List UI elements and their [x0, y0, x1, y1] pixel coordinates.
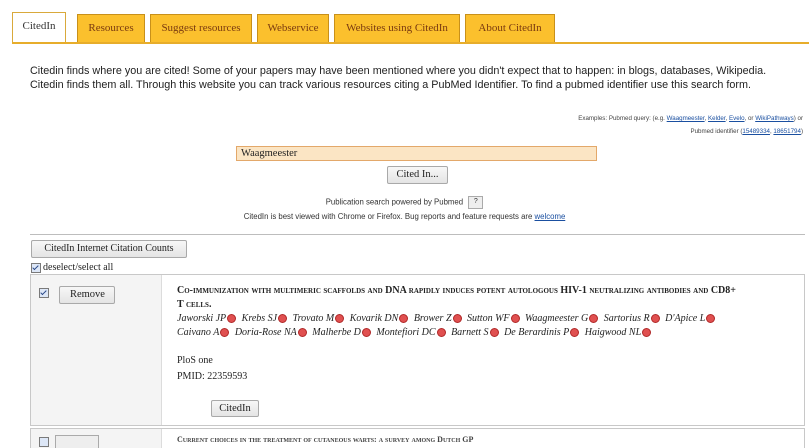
- author-name: Haigwood NL: [584, 327, 642, 338]
- result-journal: PloS one: [177, 355, 213, 366]
- author-name: Sutton WF: [467, 313, 510, 324]
- author-name: Sartorius R: [603, 313, 650, 324]
- result-checkbox[interactable]: [39, 287, 49, 298]
- author-name: Jaworski JP: [177, 313, 227, 324]
- author-name: D'Apice L: [665, 313, 706, 324]
- author-link-icon[interactable]: [335, 314, 345, 324]
- examples-prefix: Examples: Pubmed query: (e.g.: [578, 115, 665, 122]
- result-pmid: PMID: 22359593: [177, 371, 248, 382]
- author-link-icon[interactable]: [589, 314, 599, 324]
- author-link-icon[interactable]: [452, 314, 462, 324]
- tab-citedin[interactable]: CitedIn: [12, 12, 66, 42]
- deselect-all-label: deselect/select all: [43, 262, 114, 273]
- example-link-waagmeester[interactable]: Waagmeester: [667, 115, 705, 122]
- author-name: Waagmeester G: [525, 313, 589, 324]
- divider: [30, 234, 805, 235]
- citedin-button[interactable]: CitedIn: [211, 400, 259, 417]
- result-title: Co-immunization with multimeric scaffold…: [177, 285, 736, 310]
- author-link-icon[interactable]: [278, 314, 288, 324]
- deselect-all-checkbox[interactable]: [31, 262, 41, 273]
- author-link-icon[interactable]: [297, 328, 307, 338]
- result-item-next: Current choices in the treatment of cuta…: [30, 428, 805, 448]
- author-link-icon[interactable]: [642, 328, 652, 338]
- author-name: Caivano A: [177, 327, 220, 338]
- search-examples: Examples: Pubmed query: (e.g. Waagmeeste…: [578, 115, 803, 135]
- result-authors: Jaworski JP Krebs SJ Trovato M Kovarik D…: [177, 312, 737, 340]
- author-link-icon[interactable]: [489, 328, 499, 338]
- author-link-icon[interactable]: [399, 314, 409, 324]
- tab-suggest-resources[interactable]: Suggest resources: [150, 14, 252, 42]
- welcome-link[interactable]: welcome: [535, 212, 566, 221]
- author-name: De Berardinis P: [504, 327, 570, 338]
- author-link-icon[interactable]: [227, 314, 237, 324]
- tab-resources[interactable]: Resources: [77, 14, 145, 42]
- author-name: Malherbe D: [312, 327, 361, 338]
- author-name: Krebs SJ: [241, 313, 278, 324]
- author-name: Kovarik DN: [349, 313, 399, 324]
- author-link-icon[interactable]: [361, 328, 371, 338]
- cited-in-button[interactable]: Cited In...: [387, 166, 448, 184]
- intro-text: Citedin finds where you are cited! Some …: [30, 65, 767, 91]
- result-checkbox-next[interactable]: [39, 437, 49, 447]
- example-pmid-2[interactable]: 18651794: [773, 128, 801, 135]
- tab-about-citedin[interactable]: About CitedIn: [465, 14, 555, 42]
- citation-counts-button[interactable]: CitedIn Internet Citation Counts: [31, 240, 187, 258]
- result-controls-next: [31, 429, 162, 448]
- example-link-wikipathways[interactable]: WikiPathways: [755, 115, 794, 122]
- author-link-icon[interactable]: [436, 328, 446, 338]
- deselect-all: deselect/select all: [31, 262, 113, 273]
- author-link-icon[interactable]: [570, 328, 580, 338]
- example-pmid-1[interactable]: 15489334: [742, 128, 770, 135]
- author-name: Brower Z: [413, 313, 452, 324]
- best-viewed-text: CitedIn is best viewed with Chrome or Fi…: [243, 212, 533, 221]
- author-name: Trovato M: [292, 313, 335, 324]
- author-link-icon[interactable]: [220, 328, 230, 338]
- author-name: Doria-Rose NA: [234, 327, 297, 338]
- powered-by-line: Publication search powered by Pubmed ?: [0, 196, 809, 209]
- result-item: Remove Co-immunization with multimeric s…: [30, 274, 805, 426]
- author-name: Barnett S: [451, 327, 489, 338]
- author-link-icon[interactable]: [510, 314, 520, 324]
- tab-bar: CitedIn Resources Suggest resources Webs…: [0, 0, 809, 44]
- powered-by-text: Publication search powered by Pubmed: [325, 197, 464, 207]
- pmid-prefix: Pubmed identifier (: [690, 128, 743, 135]
- tab-webservice[interactable]: Webservice: [257, 14, 329, 42]
- result-controls: Remove: [31, 275, 162, 425]
- search-input[interactable]: [236, 146, 597, 161]
- author-link-icon[interactable]: [706, 314, 716, 324]
- best-viewed-line: CitedIn is best viewed with Chrome or Fi…: [0, 212, 809, 221]
- remove-button-next[interactable]: [55, 435, 99, 448]
- help-button[interactable]: ?: [468, 196, 484, 209]
- tab-divider: [12, 42, 809, 44]
- author-link-icon[interactable]: [650, 314, 660, 324]
- example-link-kelder[interactable]: Kelder: [708, 115, 726, 122]
- remove-wrap: Remove: [39, 284, 116, 304]
- example-link-evelo[interactable]: Evelo: [729, 115, 744, 122]
- remove-button[interactable]: Remove: [59, 286, 116, 304]
- author-name: Montefiori DC: [376, 327, 436, 338]
- tab-websites-using-citedin[interactable]: Websites using CitedIn: [334, 14, 460, 42]
